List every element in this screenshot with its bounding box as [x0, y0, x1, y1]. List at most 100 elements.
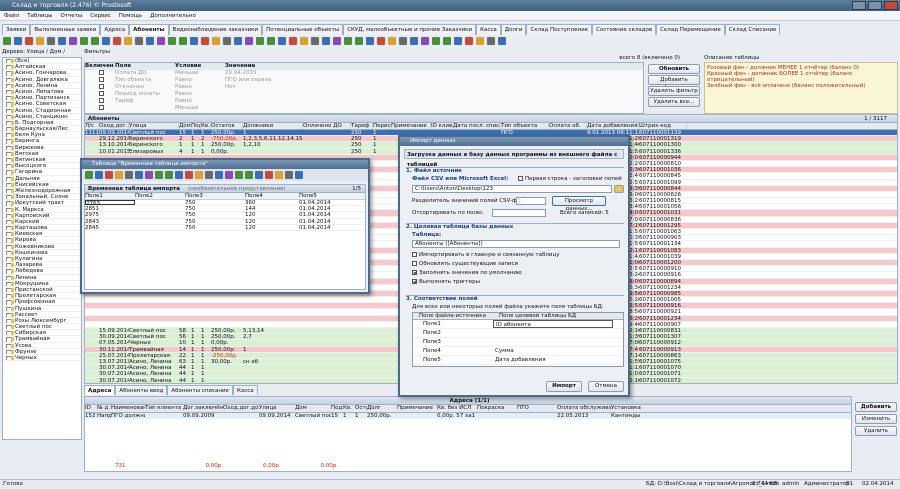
toolbar-icon[interactable]: [388, 37, 396, 45]
addresses-grid[interactable]: Адреса (1/1) ID№ д.НаименованиеТип клиен…: [84, 396, 852, 472]
grid-col-header[interactable]: Дата посл. списания: [453, 123, 501, 129]
addresses-col-header[interactable]: Установка: [611, 405, 651, 412]
temp-col-header[interactable]: Поле3: [185, 193, 245, 199]
minimize-button[interactable]: [852, 1, 866, 10]
filter-button[interactable]: Обновить: [648, 64, 700, 74]
filter-enabled[interactable]: [85, 91, 115, 98]
toolbar-icon[interactable]: [300, 37, 308, 45]
addresses-row[interactable]: 152НапряжноПГО должники09.09.200909.09.2…: [85, 413, 851, 419]
cancel-button[interactable]: Отмена: [588, 381, 624, 392]
menu-item[interactable]: Дополнительно: [150, 11, 196, 20]
toolbar-icon[interactable]: [421, 37, 429, 45]
grid-col-header[interactable]: Л/с: [85, 123, 99, 129]
toolbar-icon[interactable]: [201, 37, 209, 45]
temp-toolbar-icon[interactable]: [145, 171, 153, 179]
temp-toolbar-icon[interactable]: [185, 171, 193, 179]
toolbar-icon[interactable]: [487, 37, 495, 45]
import-option[interactable]: Обновлять существующие записи: [412, 260, 622, 269]
grid-col-header[interactable]: Тип объекта: [501, 123, 549, 129]
temp-toolbar-icon[interactable]: [165, 171, 173, 179]
tree-item[interactable]: Черных: [3, 355, 81, 361]
grid-col-header[interactable]: Период: [373, 123, 391, 129]
toolbar-icon[interactable]: [234, 37, 242, 45]
grid-col-header[interactable]: Под.: [191, 123, 201, 129]
address-action-button[interactable]: Удалить: [855, 426, 897, 436]
menu-item[interactable]: Помощь: [119, 11, 142, 20]
addresses-col-header[interactable]: Кв. без ИСЛ: [437, 405, 477, 412]
toolbar-icon[interactable]: [168, 37, 176, 45]
filter-enabled[interactable]: [85, 77, 115, 84]
filter-button[interactable]: Добавить фильтр: [648, 75, 700, 85]
street-tree[interactable]: (Все)АлтайскаяАсино, ГончароваАсино, Дов…: [2, 57, 82, 440]
addresses-col-header[interactable]: Кв.: [343, 405, 355, 412]
filter-row[interactable]: ОтключенРавноНет: [85, 84, 643, 91]
tab-item[interactable]: Долги: [501, 24, 527, 35]
option-checkbox[interactable]: [412, 261, 417, 266]
filter-row[interactable]: Период оплатыРавно: [85, 91, 643, 98]
filter-row[interactable]: Меньше: [85, 105, 643, 112]
temp-toolbar-icon[interactable]: [215, 171, 223, 179]
bottom-tab[interactable]: Адреса: [84, 385, 115, 395]
grid-col-header[interactable]: Тариф: [351, 123, 373, 129]
addresses-col-header[interactable]: Тип клиента: [145, 405, 183, 412]
tab-item[interactable]: СКУД, малообъектные и прочие Заказчики: [343, 24, 476, 35]
toolbar-icon[interactable]: [36, 37, 44, 45]
tab-item[interactable]: Адреса: [100, 24, 129, 35]
toolbar-icon[interactable]: [245, 37, 253, 45]
tab-item[interactable]: Касса: [476, 24, 501, 35]
tab-item[interactable]: Склад Поступление: [526, 24, 592, 35]
bottom-tab[interactable]: Абоненты ввод: [115, 385, 167, 395]
temp-row[interactable]: 284575012001.04.2014: [85, 225, 365, 231]
filter-row[interactable]: Тип объектаРавноПГО или охрана: [85, 77, 643, 84]
addresses-col-header[interactable]: ID: [85, 405, 97, 412]
toolbar-icon[interactable]: [399, 37, 407, 45]
toolbar-icon[interactable]: [256, 37, 264, 45]
temp-toolbar-icon[interactable]: [265, 171, 273, 179]
toolbar-icon[interactable]: [454, 37, 462, 45]
filter-button[interactable]: Удалить все...: [648, 97, 700, 107]
mapping-row[interactable]: Поле3: [413, 338, 623, 347]
temp-toolbar-icon[interactable]: [125, 171, 133, 179]
menu-item[interactable]: Файл: [4, 11, 19, 20]
tab-item[interactable]: Выполненные заявки: [30, 24, 100, 35]
addresses-col-header[interactable]: Дог.заключён: [183, 405, 223, 412]
preview-data-button[interactable]: Просмотр данных...: [552, 196, 606, 206]
toolbar-icon[interactable]: [91, 37, 99, 45]
temp-toolbar-icon[interactable]: [275, 171, 283, 179]
toolbar-icon[interactable]: [124, 37, 132, 45]
tab-item[interactable]: Склад Списание: [725, 24, 781, 35]
addresses-col-header[interactable]: Оплата обслуживания: [557, 405, 611, 412]
filter-enabled[interactable]: [85, 98, 115, 105]
toolbar-icon[interactable]: [432, 37, 440, 45]
filter-enabled[interactable]: [85, 105, 115, 112]
temp-toolbar-icon[interactable]: [255, 171, 263, 179]
address-action-button[interactable]: Изменить: [855, 414, 897, 424]
grid-col-header[interactable]: Оход.дог.: [99, 123, 129, 129]
toolbar-icon[interactable]: [3, 37, 11, 45]
toolbar-icon[interactable]: [157, 37, 165, 45]
maximize-button[interactable]: [868, 1, 882, 10]
toolbar-icon[interactable]: [443, 37, 451, 45]
browse-folder-icon[interactable]: [614, 185, 624, 193]
separator-select[interactable]: ;: [516, 197, 546, 205]
mapping-row[interactable]: Поле1ID абонента: [413, 320, 623, 329]
temp-col-header[interactable]: Поле5: [299, 193, 349, 199]
addresses-col-header[interactable]: Остаток: [355, 405, 367, 412]
temp-toolbar-icon[interactable]: [85, 171, 93, 179]
mapping-row[interactable]: Поле5Дата добавления: [413, 356, 623, 365]
target-field-select[interactable]: [493, 338, 613, 346]
temp-toolbar-icon[interactable]: [155, 171, 163, 179]
toolbar-icon[interactable]: [47, 37, 55, 45]
target-field-select[interactable]: [493, 329, 613, 337]
target-field-select[interactable]: Сумма: [493, 347, 613, 355]
toolbar-icon[interactable]: [344, 37, 352, 45]
toolbar-icon[interactable]: [311, 37, 319, 45]
temp-col-header[interactable]: Поле1: [85, 193, 135, 199]
toolbar-icon[interactable]: [135, 37, 143, 45]
addresses-col-header[interactable]: Покраска: [477, 405, 517, 412]
tab-item[interactable]: Состояние складов: [592, 24, 656, 35]
toolbar-icon[interactable]: [476, 37, 484, 45]
addresses-col-header[interactable]: Дом: [295, 405, 331, 412]
toolbar-icon[interactable]: [366, 37, 374, 45]
temp-toolbar-icon[interactable]: [105, 171, 113, 179]
